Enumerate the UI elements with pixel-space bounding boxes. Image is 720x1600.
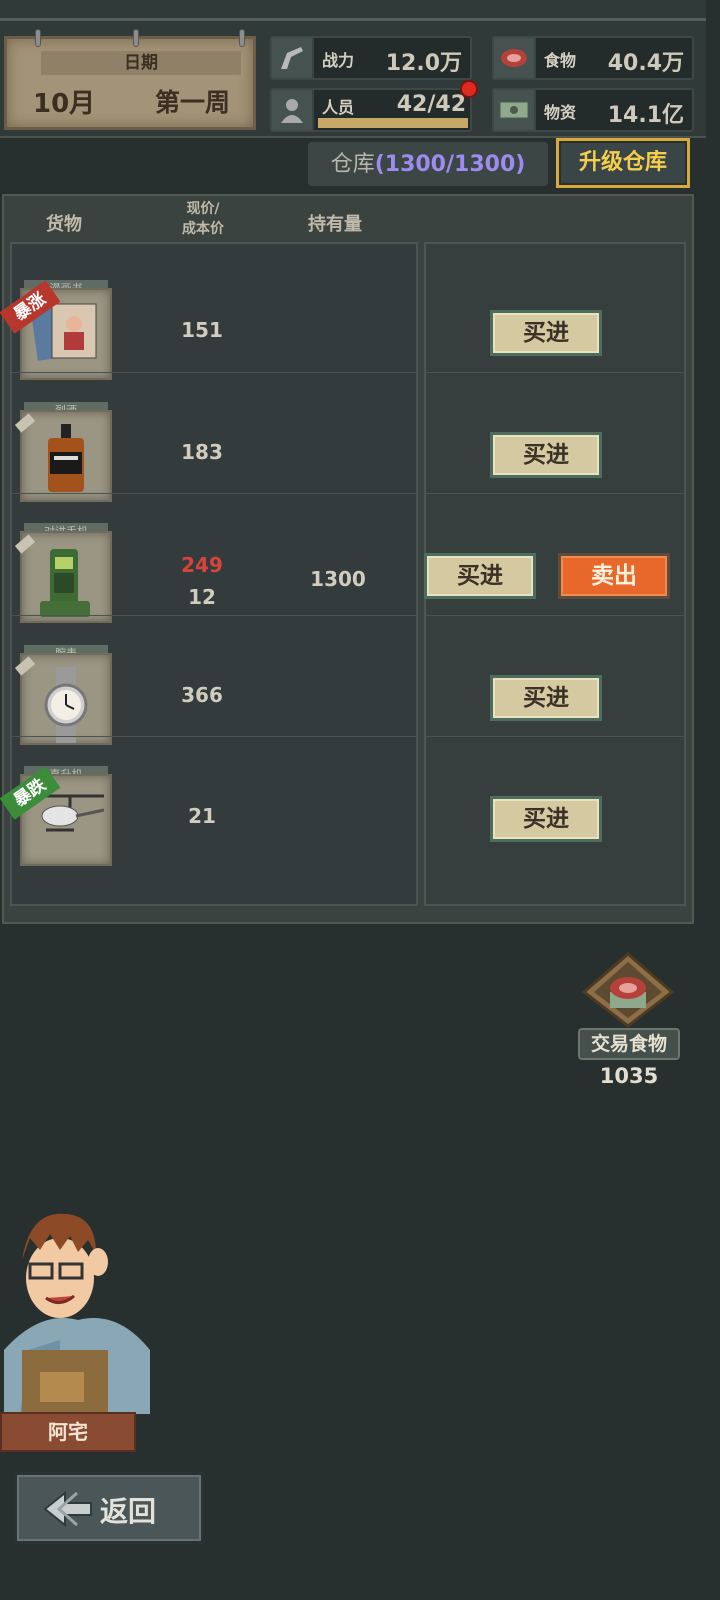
current-price: 183 [181, 439, 223, 464]
buy-button[interactable]: 买进 [490, 431, 602, 478]
stat-personnel-label: 人员 [322, 98, 355, 117]
current-price: 366 [181, 682, 223, 707]
table-row: 直升机 暴跌21买进 [0, 752, 706, 874]
trade-food-icon[interactable] [580, 952, 676, 1028]
upgrade-warehouse-button[interactable]: 升级仓库 [556, 138, 690, 188]
row-divider [12, 736, 416, 737]
header-holding: 持有量 [308, 214, 362, 235]
personnel-bar [318, 118, 468, 128]
double-arrow-left-icon [43, 1490, 92, 1528]
meat-icon [494, 38, 536, 78]
buy-button[interactable]: 买进 [424, 553, 536, 599]
current-price: 21 [188, 804, 216, 828]
stat-supplies[interactable]: 物资 14.1亿 [492, 88, 694, 132]
goods-thumbnail[interactable] [20, 652, 112, 745]
current-price: 151 [181, 318, 223, 342]
header-price: 现价/ 成本价 [178, 198, 228, 238]
stat-power[interactable]: 战力 12.0万 [270, 36, 472, 80]
npc-name: 阿宅 [0, 1412, 136, 1452]
stat-food-value: 40.4万 [607, 51, 684, 76]
date-month: 10月 [33, 89, 96, 119]
sell-button[interactable]: 卖出 [558, 553, 670, 599]
stat-power-label: 战力 [322, 51, 355, 70]
warehouse-capacity: 仓库(1300/1300) [308, 142, 548, 186]
binder-ring [133, 29, 139, 47]
binder-ring [239, 29, 245, 47]
stat-personnel-value: 42/42 [396, 92, 466, 117]
date-week: 第一周 [155, 88, 231, 117]
date-label: 日期 [41, 51, 241, 75]
trade-food-button[interactable]: 交易食物 [578, 1028, 680, 1060]
row-divider [12, 614, 416, 616]
cost-price: 12 [188, 585, 216, 609]
trade-food-count: 1035 [599, 1064, 659, 1088]
goods-thumbnail[interactable] [20, 531, 112, 623]
person-icon [272, 90, 314, 130]
row-divider [426, 614, 684, 616]
notification-dot [460, 80, 478, 98]
table-row: 腕表 366买进 [0, 631, 706, 753]
stat-personnel[interactable]: 人员 42/42 [270, 80, 478, 132]
warehouse-count: (1300/1300) [374, 152, 526, 177]
stat-food-label: 食物 [544, 51, 577, 70]
row-divider [12, 371, 416, 373]
row-divider [12, 493, 416, 494]
stat-power-value: 12.0万 [385, 51, 462, 76]
header-price-line1: 现价/ [186, 201, 220, 217]
back-label[interactable]: 返回 [100, 1490, 156, 1530]
npc-portrait [0, 1200, 156, 1414]
table-row: 对讲手机 249121300买进卖出 [0, 509, 706, 631]
stat-food[interactable]: 食物 40.4万 [492, 36, 694, 80]
warehouse-label: 仓库 [330, 152, 375, 177]
header-goods: 货物 [46, 214, 82, 235]
money-icon [494, 90, 536, 130]
goods-thumbnail[interactable] [20, 409, 112, 502]
personnel-bar-fill [318, 118, 468, 128]
holding-amount: 1300 [310, 567, 366, 591]
whiskey-bottle-icon [30, 422, 102, 498]
stat-supplies-label: 物资 [544, 103, 577, 122]
stat-supplies-value: 14.1亿 [607, 103, 684, 128]
row-divider [426, 736, 684, 737]
row-divider [426, 371, 684, 373]
buy-button[interactable]: 买进 [490, 310, 602, 356]
header-price-line2: 成本价 [182, 221, 224, 237]
buy-button[interactable]: 买进 [490, 796, 602, 842]
buy-button[interactable]: 买进 [490, 674, 602, 721]
table-row: 漫画书 暴涨151买进 [0, 266, 706, 388]
top-divider [0, 18, 706, 21]
gun-icon [272, 38, 314, 78]
row-divider [426, 493, 684, 494]
date-card: 日期 10月 第一周 [4, 29, 256, 130]
current-price: 249 [181, 553, 223, 577]
table-row: 烈酒 183买进 [0, 388, 706, 510]
binder-ring [35, 29, 41, 47]
